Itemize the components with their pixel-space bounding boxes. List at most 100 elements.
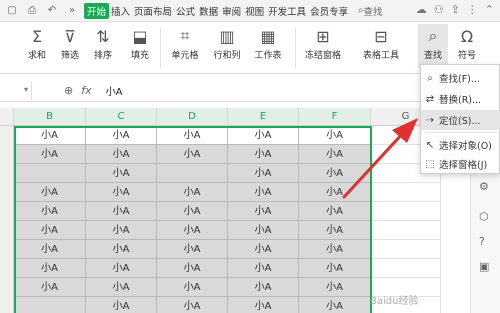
grid-cell[interactable] <box>371 240 441 259</box>
grid-cell[interactable]: 小A <box>228 259 299 278</box>
formula-input[interactable]: 小A <box>106 83 123 98</box>
grid-cell[interactable]: 小A <box>299 126 371 145</box>
tab-home[interactable]: 开始 <box>84 2 110 19</box>
worksheet-button[interactable]: ▦ 工作表 <box>253 24 283 62</box>
search-tab[interactable]: ⌕ 查找 <box>358 4 382 18</box>
freeze-panes-button[interactable]: ⊞ 冻结窗格 <box>305 24 341 62</box>
grid-cell[interactable] <box>371 221 441 240</box>
grid-cell[interactable]: 小A <box>157 297 228 313</box>
tab-insert[interactable]: 插入 <box>109 4 132 18</box>
fill-button[interactable]: ⬓ 填充 <box>125 24 155 62</box>
grid-cell[interactable]: 小A <box>157 145 228 164</box>
grid-cell[interactable]: 小A <box>14 240 86 259</box>
grid-cell[interactable]: 小A <box>299 221 371 240</box>
grid-cell[interactable]: 小A <box>228 126 299 145</box>
grid-cell[interactable]: 小A <box>228 164 299 183</box>
fx-icon[interactable]: fx <box>81 84 91 97</box>
cell-button[interactable]: ⌗ 单元格 <box>170 24 200 61</box>
grid-cell[interactable]: 小A <box>86 202 157 221</box>
spreadsheet-grid[interactable]: B C D E F G 小A 小A 小A 小A 小A 小A 小A 小A 小A 小A 小A 小A 小A 小A… <box>0 108 460 313</box>
grid-cell[interactable]: 小A <box>14 202 86 221</box>
grid-cell[interactable]: 小A <box>14 259 86 278</box>
grid-cell[interactable]: 小A <box>299 202 371 221</box>
collapse-icon[interactable]: ⌃ <box>485 3 494 16</box>
sort-button[interactable]: ⇅ 排序 <box>88 24 118 62</box>
grid-cell[interactable]: 小A <box>86 183 157 202</box>
grid-cell[interactable]: 小A <box>14 126 86 145</box>
grid-cell[interactable]: 小A <box>228 183 299 202</box>
grid-cell[interactable]: 小A <box>14 278 86 297</box>
grid-cell[interactable]: 小A <box>299 240 371 259</box>
tab-view[interactable]: 视图 <box>243 4 266 18</box>
grid-cell[interactable]: 小A <box>86 240 157 259</box>
image-icon[interactable]: ▣ <box>479 260 489 273</box>
grid-cell[interactable]: 小A <box>86 145 157 164</box>
zoom-icon[interactable]: ⊕ <box>64 84 73 97</box>
tab-developer[interactable]: 开发工具 <box>266 4 308 18</box>
select-all-corner[interactable] <box>0 108 14 126</box>
grid-cell[interactable] <box>371 259 441 278</box>
sum-button[interactable]: Σ 求和 <box>22 24 52 62</box>
grid-cell[interactable]: 小A <box>86 259 157 278</box>
grid-cell[interactable]: 小A <box>86 278 157 297</box>
help-icon[interactable]: ? <box>479 235 485 248</box>
symbol-button[interactable]: Ω 符号 <box>452 24 482 62</box>
tab-member[interactable]: 会员专享 <box>308 4 350 18</box>
tab-review[interactable]: 审阅 <box>220 4 243 18</box>
shape-icon[interactable]: ⬡ <box>479 210 489 223</box>
menu-item-goto[interactable]: ⇢ 定位(S)... <box>421 110 500 130</box>
grid-cell[interactable]: 小A <box>228 145 299 164</box>
save-icon[interactable]: ⎙ <box>24 4 40 18</box>
chevron-down-icon[interactable]: ▾ <box>24 85 28 94</box>
collab-icon[interactable]: ⚇ <box>434 3 444 16</box>
grid-cell[interactable]: 小A <box>228 240 299 259</box>
column-header-c[interactable]: C <box>86 108 157 126</box>
grid-cell[interactable]: 小A <box>157 278 228 297</box>
column-header-d[interactable]: D <box>157 108 228 126</box>
properties-icon[interactable]: ⚙ <box>479 180 489 193</box>
grid-cell[interactable]: 小A <box>228 202 299 221</box>
undo-icon[interactable]: ↶ <box>44 4 60 18</box>
column-header-b[interactable]: B <box>14 108 86 126</box>
rowcol-button[interactable]: ▥ 行和列 <box>212 24 242 62</box>
tab-data[interactable]: 数据 <box>197 4 220 18</box>
more-options-icon[interactable]: ⋮ <box>467 3 478 16</box>
menu-item-replace[interactable]: ⇄ 替换(R)... <box>421 89 500 109</box>
name-box[interactable]: ▾ <box>0 81 32 100</box>
grid-cell[interactable] <box>14 164 86 183</box>
grid-cell[interactable]: 小A <box>157 259 228 278</box>
tab-formulas[interactable]: 公式 <box>174 4 197 18</box>
grid-cell[interactable] <box>14 297 86 313</box>
grid-cell[interactable]: 小A <box>86 221 157 240</box>
grid-cell[interactable]: 小A <box>299 297 371 313</box>
grid-cell[interactable]: 小A <box>299 145 371 164</box>
grid-cell[interactable]: 小A <box>228 297 299 313</box>
grid-cell[interactable]: 小A <box>157 202 228 221</box>
grid-cell[interactable]: 小A <box>86 164 157 183</box>
tab-page-layout[interactable]: 页面布局 <box>132 4 174 18</box>
grid-cell[interactable] <box>371 202 441 221</box>
table-tools-button[interactable]: ⊟ 表格工具 <box>363 24 399 62</box>
grid-cell[interactable] <box>371 183 441 202</box>
grid-cell[interactable]: 小A <box>299 259 371 278</box>
grid-cell[interactable]: 小A <box>14 221 86 240</box>
column-header-f[interactable]: F <box>299 108 371 126</box>
grid-cell[interactable]: 小A <box>86 126 157 145</box>
grid-cell[interactable]: 小A <box>228 221 299 240</box>
grid-cell[interactable]: 小A <box>157 126 228 145</box>
cloud-icon[interactable]: ☁ <box>416 3 427 16</box>
grid-cell[interactable]: 小A <box>14 183 86 202</box>
menu-item-find[interactable]: ⌕ 查找(F)... <box>421 68 500 88</box>
more-icon[interactable]: » <box>64 4 80 18</box>
grid-cell[interactable]: 小A <box>299 164 371 183</box>
grid-cell[interactable]: 小A <box>86 297 157 313</box>
grid-cell[interactable]: 小A <box>157 183 228 202</box>
menu-item-select-objects[interactable]: ↖ 选择对象(O) <box>421 135 500 155</box>
column-header-e[interactable]: E <box>228 108 299 126</box>
grid-cell[interactable]: 小A <box>299 278 371 297</box>
share-icon[interactable]: ⇪ <box>451 3 460 16</box>
home-icon[interactable]: ▢ <box>4 4 20 18</box>
find-button[interactable]: ⌕ 查找 <box>418 24 448 68</box>
row-header-strip[interactable] <box>0 108 14 313</box>
menu-item-selection-pane[interactable]: ⬚ 选择窗格(J) <box>421 154 500 174</box>
